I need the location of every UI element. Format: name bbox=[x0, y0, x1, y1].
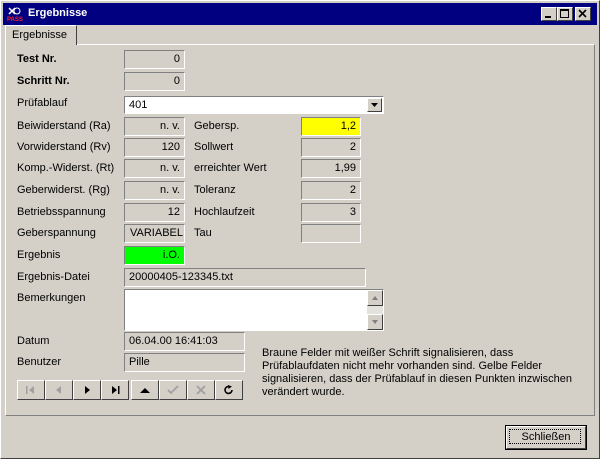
bemerkungen-label: Bemerkungen bbox=[17, 292, 86, 304]
nav-next-button[interactable] bbox=[73, 380, 101, 400]
hochlaufzeit-field: 3 bbox=[301, 203, 361, 222]
close-window-button[interactable] bbox=[575, 7, 591, 21]
pruefablauf-value: 401 bbox=[129, 99, 148, 111]
ergebnis-datei-label: Ergebnis-Datei bbox=[17, 271, 90, 283]
pruefablauf-label: Prüfablauf bbox=[17, 97, 68, 109]
nav-cancel-button[interactable] bbox=[187, 380, 215, 400]
tau-field bbox=[301, 224, 361, 243]
bemerkungen-memo[interactable] bbox=[124, 289, 384, 331]
nav-post-button[interactable] bbox=[159, 380, 187, 400]
schritt-nr-field: 0 bbox=[124, 72, 185, 91]
erreichter-wert-field: 1,99 bbox=[301, 159, 361, 178]
datum-field: 06.04.00 16:41:03 bbox=[124, 332, 245, 351]
geberspannung-field: VARIABEL bbox=[124, 224, 185, 243]
window-title: Ergebnisse bbox=[28, 7, 88, 19]
first-icon bbox=[26, 386, 34, 394]
nav-first-button[interactable] bbox=[17, 380, 45, 400]
pass-app-icon: PASS bbox=[6, 5, 24, 23]
test-nr-label: Test Nr. bbox=[17, 53, 57, 65]
post-icon bbox=[167, 385, 179, 395]
nav-refresh-button[interactable] bbox=[215, 380, 243, 400]
benutzer-field: Pille bbox=[124, 353, 245, 372]
geberwiderst-label: Geberwiderst. (Rg) bbox=[17, 184, 110, 196]
prior-icon bbox=[56, 386, 61, 394]
scroll-up-icon bbox=[372, 296, 378, 300]
cancel-icon bbox=[196, 385, 206, 395]
geberwiderst-field: n. v. bbox=[124, 181, 185, 200]
toleranz-label: Toleranz bbox=[194, 184, 236, 196]
beiwiderstand-label: Beiwiderstand (Ra) bbox=[17, 120, 111, 132]
sollwert-label: Sollwert bbox=[194, 141, 234, 153]
refresh-icon bbox=[224, 385, 233, 395]
chevron-down-icon bbox=[371, 103, 378, 107]
geberspannung-label: Geberspannung bbox=[17, 227, 96, 239]
gebersp-label: Gebersp. bbox=[194, 120, 240, 132]
next-icon bbox=[85, 386, 90, 394]
ergebnis-datei-field: 20000405-123345.txt bbox=[124, 268, 366, 287]
tab-ergebnisse[interactable]: Ergebnisse bbox=[5, 25, 77, 45]
tau-label: Tau bbox=[194, 227, 212, 239]
maximize-button[interactable] bbox=[557, 7, 573, 21]
dropdown-button[interactable] bbox=[367, 98, 382, 112]
info-note: Braune Felder mit weißer Schrift signali… bbox=[262, 347, 573, 398]
title-bar[interactable]: PASS Ergebnisse bbox=[3, 3, 597, 25]
test-nr-field: 0 bbox=[124, 50, 185, 69]
minimize-icon bbox=[545, 16, 551, 18]
benutzer-label: Benutzer bbox=[17, 356, 62, 368]
focus-rect bbox=[509, 429, 581, 444]
close-icon bbox=[578, 9, 587, 18]
vorwiderstand-label: Vorwiderstand (Rv) bbox=[17, 141, 111, 153]
scroll-down-button[interactable] bbox=[367, 314, 383, 330]
schliessen-button[interactable]: Schließen bbox=[505, 425, 587, 450]
komp-widerst-field: n. v. bbox=[124, 159, 185, 178]
toleranz-field: 2 bbox=[301, 181, 361, 200]
betriebsspannung-field: 12 bbox=[124, 203, 185, 222]
datum-label: Datum bbox=[17, 335, 50, 347]
gebersp-field: 1,2 bbox=[301, 117, 361, 136]
scroll-down-icon bbox=[372, 320, 378, 324]
betriebsspannung-label: Betriebsspannung bbox=[17, 206, 106, 218]
memo-scrollbar[interactable] bbox=[367, 290, 383, 330]
results-window: PASS Ergebnisse Ergebnisse Test Nr. 0 Sc… bbox=[0, 0, 600, 459]
ergebnis-field: i.O. bbox=[124, 246, 185, 265]
nav-last-button[interactable] bbox=[101, 380, 129, 400]
erreichter-wert-label: erreichter Wert bbox=[194, 162, 267, 174]
vorwiderstand-field: 120 bbox=[124, 138, 185, 157]
last-icon bbox=[112, 386, 120, 394]
schritt-nr-label: Schritt Nr. bbox=[17, 75, 70, 87]
pruefablauf-select[interactable]: 401 bbox=[124, 96, 384, 114]
komp-widerst-label: Komp.-Widerst. (Rt) bbox=[17, 162, 115, 174]
scroll-up-button[interactable] bbox=[367, 290, 383, 306]
svg-text:PASS: PASS bbox=[7, 17, 23, 23]
minimize-button[interactable] bbox=[541, 7, 557, 21]
beiwiderstand-field: n. v. bbox=[124, 117, 185, 136]
insert-icon bbox=[140, 388, 150, 393]
sollwert-field: 2 bbox=[301, 138, 361, 157]
nav-insert-button[interactable] bbox=[131, 380, 159, 400]
maximize-icon bbox=[560, 9, 569, 18]
ergebnis-label: Ergebnis bbox=[17, 249, 61, 261]
nav-prior-button[interactable] bbox=[45, 380, 73, 400]
hochlaufzeit-label: Hochlaufzeit bbox=[194, 206, 255, 218]
